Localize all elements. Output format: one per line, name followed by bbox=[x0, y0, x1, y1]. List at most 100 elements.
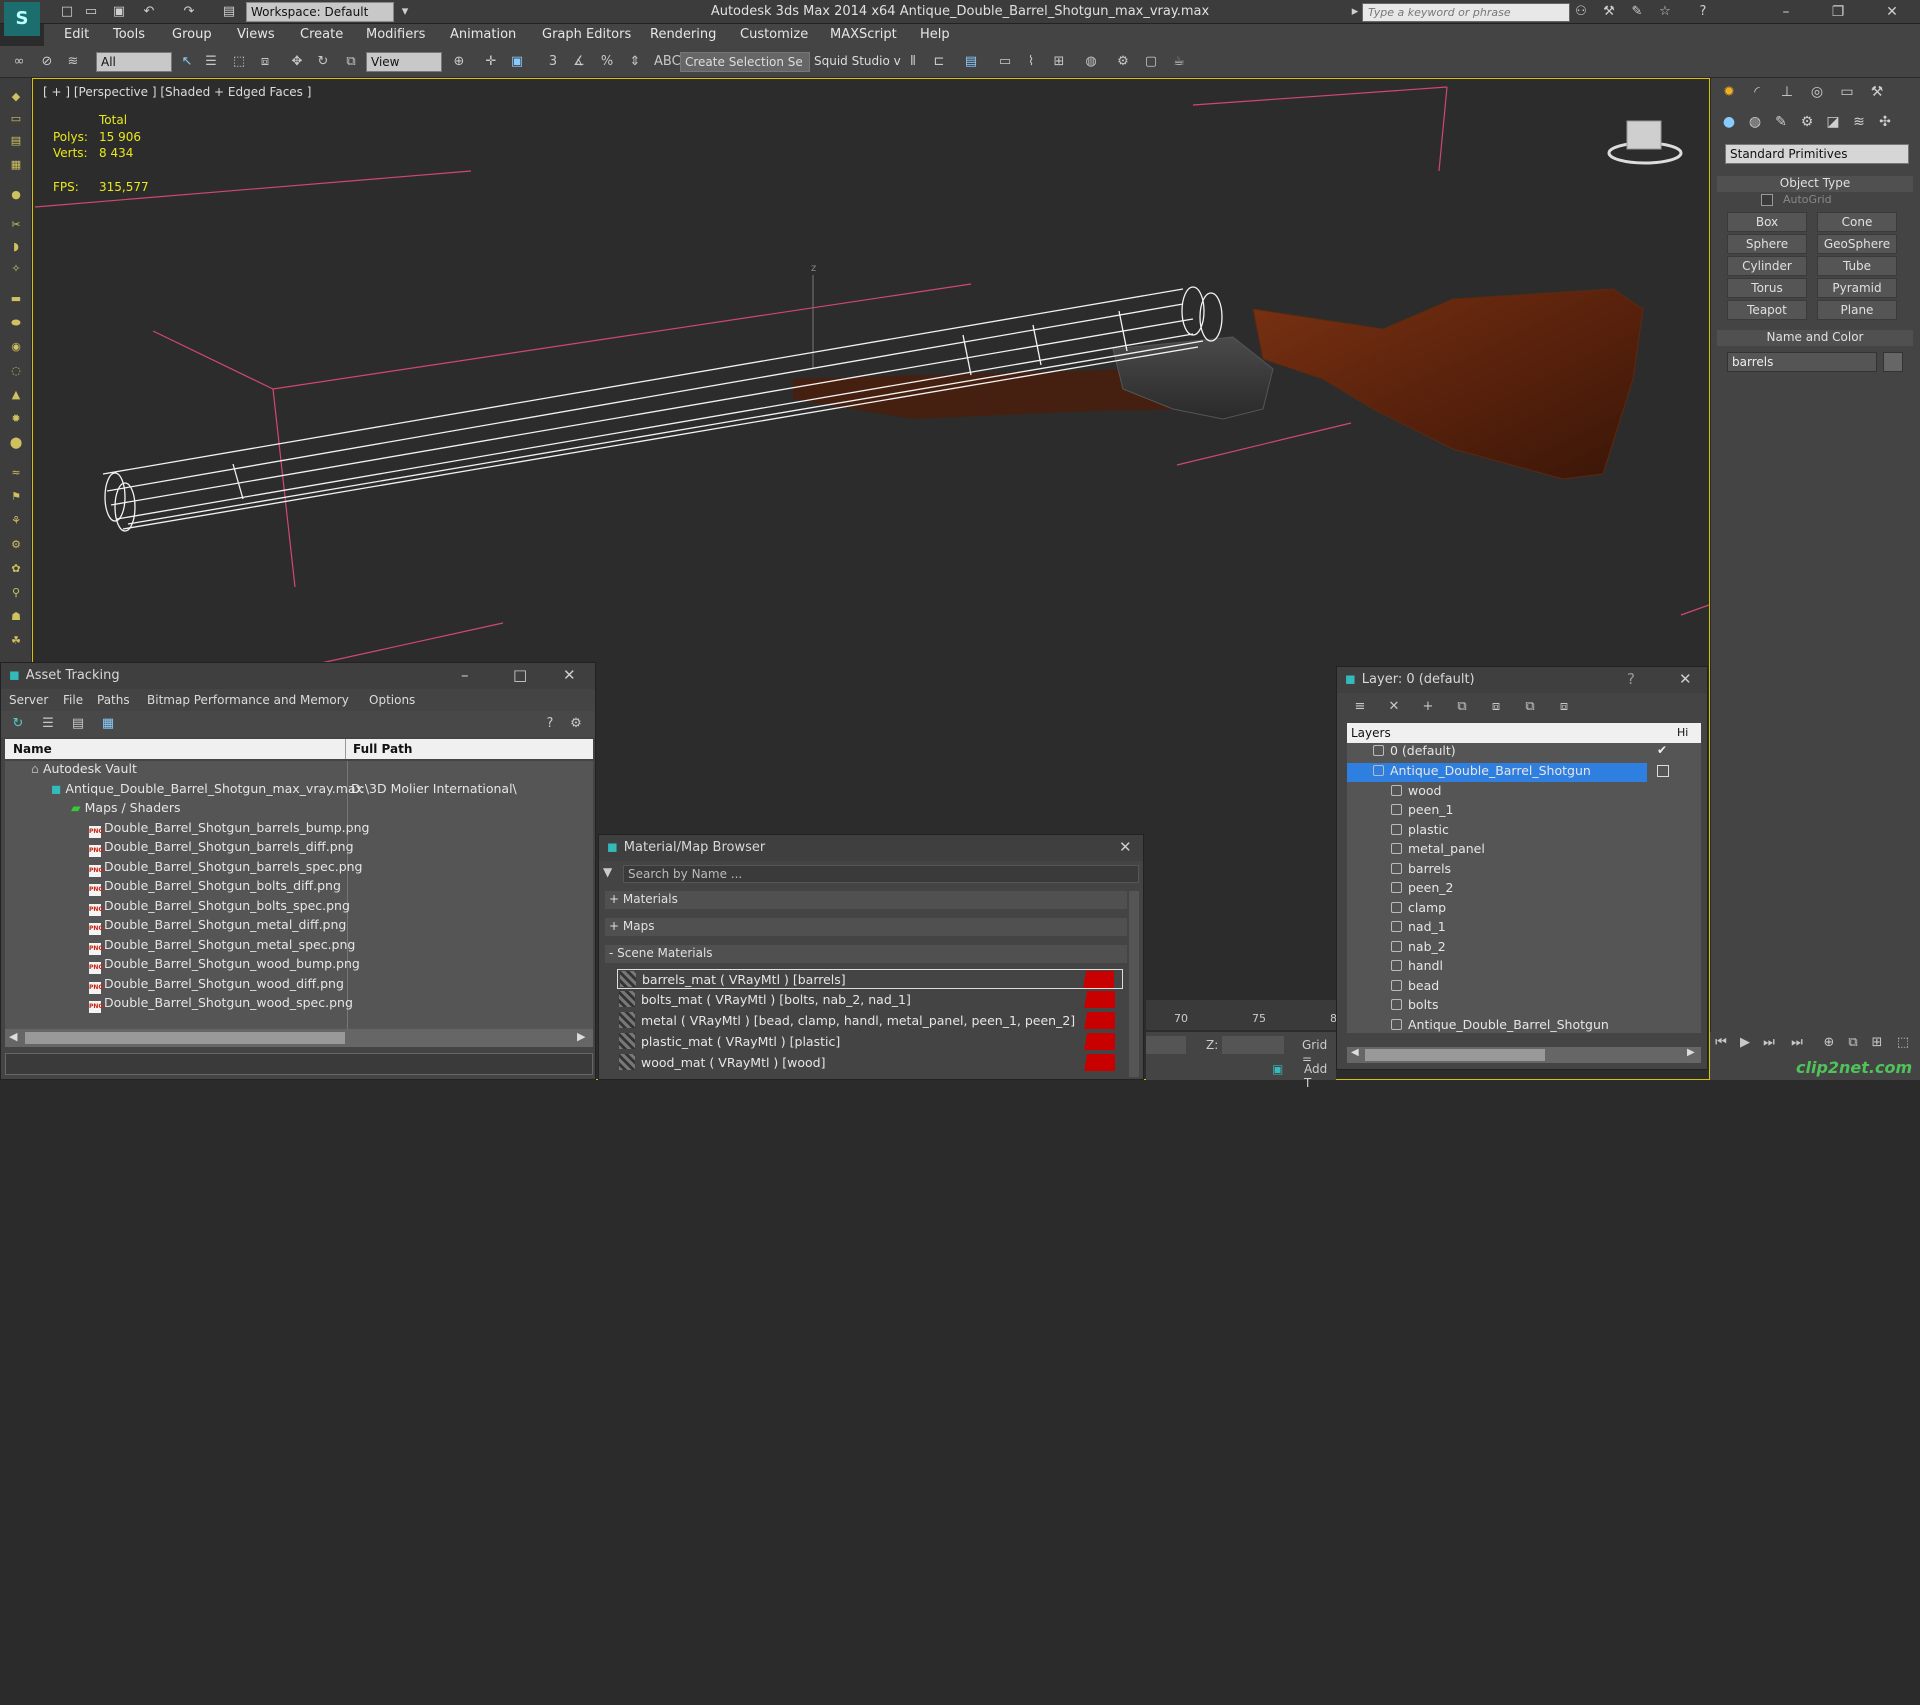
layer-titlebar[interactable]: ◼ Layer: 0 (default) bbox=[1337, 667, 1707, 693]
strip-tool-16-icon[interactable]: ≈ bbox=[7, 466, 25, 482]
torus-button[interactable]: Torus bbox=[1727, 278, 1807, 298]
menu-edit[interactable]: Edit bbox=[64, 27, 89, 42]
undo-icon[interactable]: ↶ bbox=[140, 3, 158, 21]
next-frame-icon[interactable]: ⏭ bbox=[1760, 1034, 1778, 1052]
menu-tools[interactable]: Tools bbox=[113, 27, 145, 42]
layer-object[interactable]: Antique_Double_Barrel_Shotgun bbox=[1391, 1017, 1609, 1037]
layer-object[interactable]: peen_1 bbox=[1391, 802, 1453, 822]
keyboard-shortcut-toggle-icon[interactable]: ▣ bbox=[508, 53, 526, 71]
material-editor-icon[interactable]: ◍ bbox=[1082, 53, 1100, 71]
name-and-color-rollout[interactable]: Name and Color bbox=[1717, 330, 1913, 346]
strip-tool-20-icon[interactable]: ✿ bbox=[7, 562, 25, 578]
tools-icon[interactable]: ⚒ bbox=[1600, 3, 1618, 21]
table-row[interactable]: PNGDouble_Barrel_Shotgun_metal_spec.png bbox=[89, 937, 355, 957]
create-tab-icon[interactable]: ✹ bbox=[1717, 84, 1741, 106]
render-production-icon[interactable]: ☕ bbox=[1170, 53, 1188, 71]
strip-tool-8-icon[interactable]: ✧ bbox=[7, 262, 25, 278]
table-row[interactable]: PNGDouble_Barrel_Shotgun_barrels_spec.pn… bbox=[89, 859, 363, 879]
plane-button[interactable]: Plane bbox=[1817, 300, 1897, 320]
maximize-button[interactable]: ❐ bbox=[1822, 2, 1854, 22]
zoom-icon[interactable]: ⊕ bbox=[1820, 1034, 1838, 1052]
col-layers[interactable]: Layers bbox=[1351, 726, 1391, 740]
menu-graph-editors[interactable]: Graph Editors bbox=[542, 27, 631, 42]
menu-views[interactable]: Views bbox=[237, 27, 275, 42]
strip-tool-22-icon[interactable]: ☗ bbox=[7, 610, 25, 626]
go-to-start-icon[interactable]: ⏮ bbox=[1712, 1034, 1730, 1052]
menu-group[interactable]: Group bbox=[172, 27, 212, 42]
strip-tool-18-icon[interactable]: ⚘ bbox=[7, 514, 25, 530]
menu-options[interactable]: Options bbox=[369, 693, 415, 707]
rectangle-selection-icon[interactable]: ⬚ bbox=[230, 53, 248, 71]
geometry-icon[interactable]: ● bbox=[1717, 114, 1741, 136]
table-row[interactable]: PNGDouble_Barrel_Shotgun_bolts_diff.png bbox=[89, 878, 341, 898]
layer-object[interactable]: barrels bbox=[1391, 861, 1451, 881]
new-layer-icon[interactable]: ≡ bbox=[1351, 698, 1369, 716]
close-button[interactable]: ✕ bbox=[563, 666, 576, 684]
layer-object[interactable]: bead bbox=[1391, 978, 1439, 998]
add-to-layer-icon[interactable]: + bbox=[1419, 698, 1437, 716]
table-row[interactable]: PNGDouble_Barrel_Shotgun_wood_bump.png bbox=[89, 956, 360, 976]
spacewarps-icon[interactable]: ≋ bbox=[1847, 114, 1871, 136]
utilities-tab-icon[interactable]: ⚒ bbox=[1865, 84, 1889, 106]
strip-tool-13-icon[interactable]: ▲ bbox=[7, 388, 25, 404]
strip-tool-3-icon[interactable]: ▤ bbox=[7, 134, 25, 150]
strip-tool-23-icon[interactable]: ☘ bbox=[7, 634, 25, 650]
binoculars-icon[interactable]: ⚇ bbox=[1572, 3, 1590, 21]
reference-coordinate-dropdown[interactable]: View bbox=[366, 52, 442, 72]
strip-tool-2-icon[interactable]: ▭ bbox=[7, 112, 25, 128]
strip-tool-6-icon[interactable]: ✂ bbox=[7, 218, 25, 234]
help-icon[interactable]: ? bbox=[1694, 3, 1712, 21]
search-input[interactable]: Type a keyword or phrase bbox=[1362, 3, 1570, 22]
edit-named-selection-icon[interactable]: ABC bbox=[654, 53, 681, 71]
scroll-left-icon[interactable]: ◀ bbox=[9, 1030, 17, 1043]
scale-icon[interactable]: ⧉ bbox=[342, 53, 360, 71]
scene-materials-group[interactable]: - Scene Materials bbox=[605, 945, 1127, 963]
snaps-toggle-icon[interactable]: 3 bbox=[544, 53, 562, 71]
hide-all-icon[interactable]: ⧉ bbox=[1521, 698, 1539, 716]
hierarchy-tab-icon[interactable]: ⊥ bbox=[1775, 84, 1799, 106]
material-search-input[interactable]: Search by Name ... bbox=[623, 865, 1139, 883]
table-row[interactable]: ▰ Maps / Shaders bbox=[71, 800, 180, 820]
app-logo-icon[interactable]: S bbox=[4, 2, 40, 36]
table-row[interactable]: PNGDouble_Barrel_Shotgun_barrels_diff.pn… bbox=[89, 839, 354, 859]
schematic-view-icon[interactable]: ⊞ bbox=[1050, 53, 1068, 71]
cone-button[interactable]: Cone bbox=[1817, 212, 1897, 232]
strip-tool-7-icon[interactable]: ◗ bbox=[7, 240, 25, 256]
cylinder-button[interactable]: Cylinder bbox=[1727, 256, 1807, 276]
strip-tool-9-icon[interactable]: ▬ bbox=[7, 292, 25, 308]
teapot-button[interactable]: Teapot bbox=[1727, 300, 1807, 320]
layer-object[interactable]: clamp bbox=[1391, 900, 1446, 920]
chevron-down-icon[interactable]: ▾ bbox=[396, 3, 414, 21]
material-row[interactable]: wood_mat ( VRayMtl ) [wood] bbox=[617, 1053, 1123, 1073]
set-current-toggle[interactable] bbox=[1657, 765, 1669, 777]
col-name[interactable]: Name bbox=[13, 742, 52, 756]
strip-tool-17-icon[interactable]: ⚑ bbox=[7, 490, 25, 506]
table-row[interactable]: ⌂ Autodesk Vault bbox=[31, 761, 137, 781]
col-full-path[interactable]: Full Path bbox=[353, 742, 412, 756]
unlink-icon[interactable]: ⊘ bbox=[38, 53, 56, 71]
timeline-ruler[interactable]: 70 75 8 bbox=[1146, 1000, 1337, 1030]
align-icon[interactable]: ⊏ bbox=[930, 53, 948, 71]
percent-snap-icon[interactable]: % bbox=[598, 53, 616, 71]
maximize-button[interactable]: □ bbox=[513, 666, 527, 684]
layer-object[interactable]: bolts bbox=[1391, 997, 1438, 1017]
horizontal-scrollbar[interactable]: ◀ ▶ bbox=[5, 1029, 593, 1047]
graphite-toolbar-icon[interactable]: ▭ bbox=[996, 53, 1014, 71]
box-button[interactable]: Box bbox=[1727, 212, 1807, 232]
settings-tracking-icon[interactable]: ⚙ bbox=[567, 715, 585, 733]
menu-server[interactable]: Server bbox=[9, 693, 48, 707]
z-coordinate-field[interactable] bbox=[1222, 1036, 1284, 1054]
open-file-icon[interactable]: ▭ bbox=[82, 3, 100, 21]
angle-snap-icon[interactable]: ∡ bbox=[570, 53, 588, 71]
material-browser-titlebar[interactable]: ◼ Material/Map Browser bbox=[599, 835, 1143, 861]
minimize-button[interactable]: – bbox=[461, 666, 469, 684]
add-time-tag-icon[interactable]: ▣ bbox=[1272, 1062, 1283, 1076]
menu-help[interactable]: Help bbox=[920, 27, 950, 42]
asset-path-field[interactable] bbox=[5, 1053, 593, 1075]
scrollbar-thumb[interactable] bbox=[1365, 1049, 1545, 1061]
object-type-rollout[interactable]: Object Type bbox=[1717, 176, 1913, 192]
motion-tab-icon[interactable]: ◎ bbox=[1805, 84, 1829, 106]
save-icon[interactable]: ▣ bbox=[110, 3, 128, 21]
tube-button[interactable]: Tube bbox=[1817, 256, 1897, 276]
menu-create[interactable]: Create bbox=[300, 27, 343, 42]
